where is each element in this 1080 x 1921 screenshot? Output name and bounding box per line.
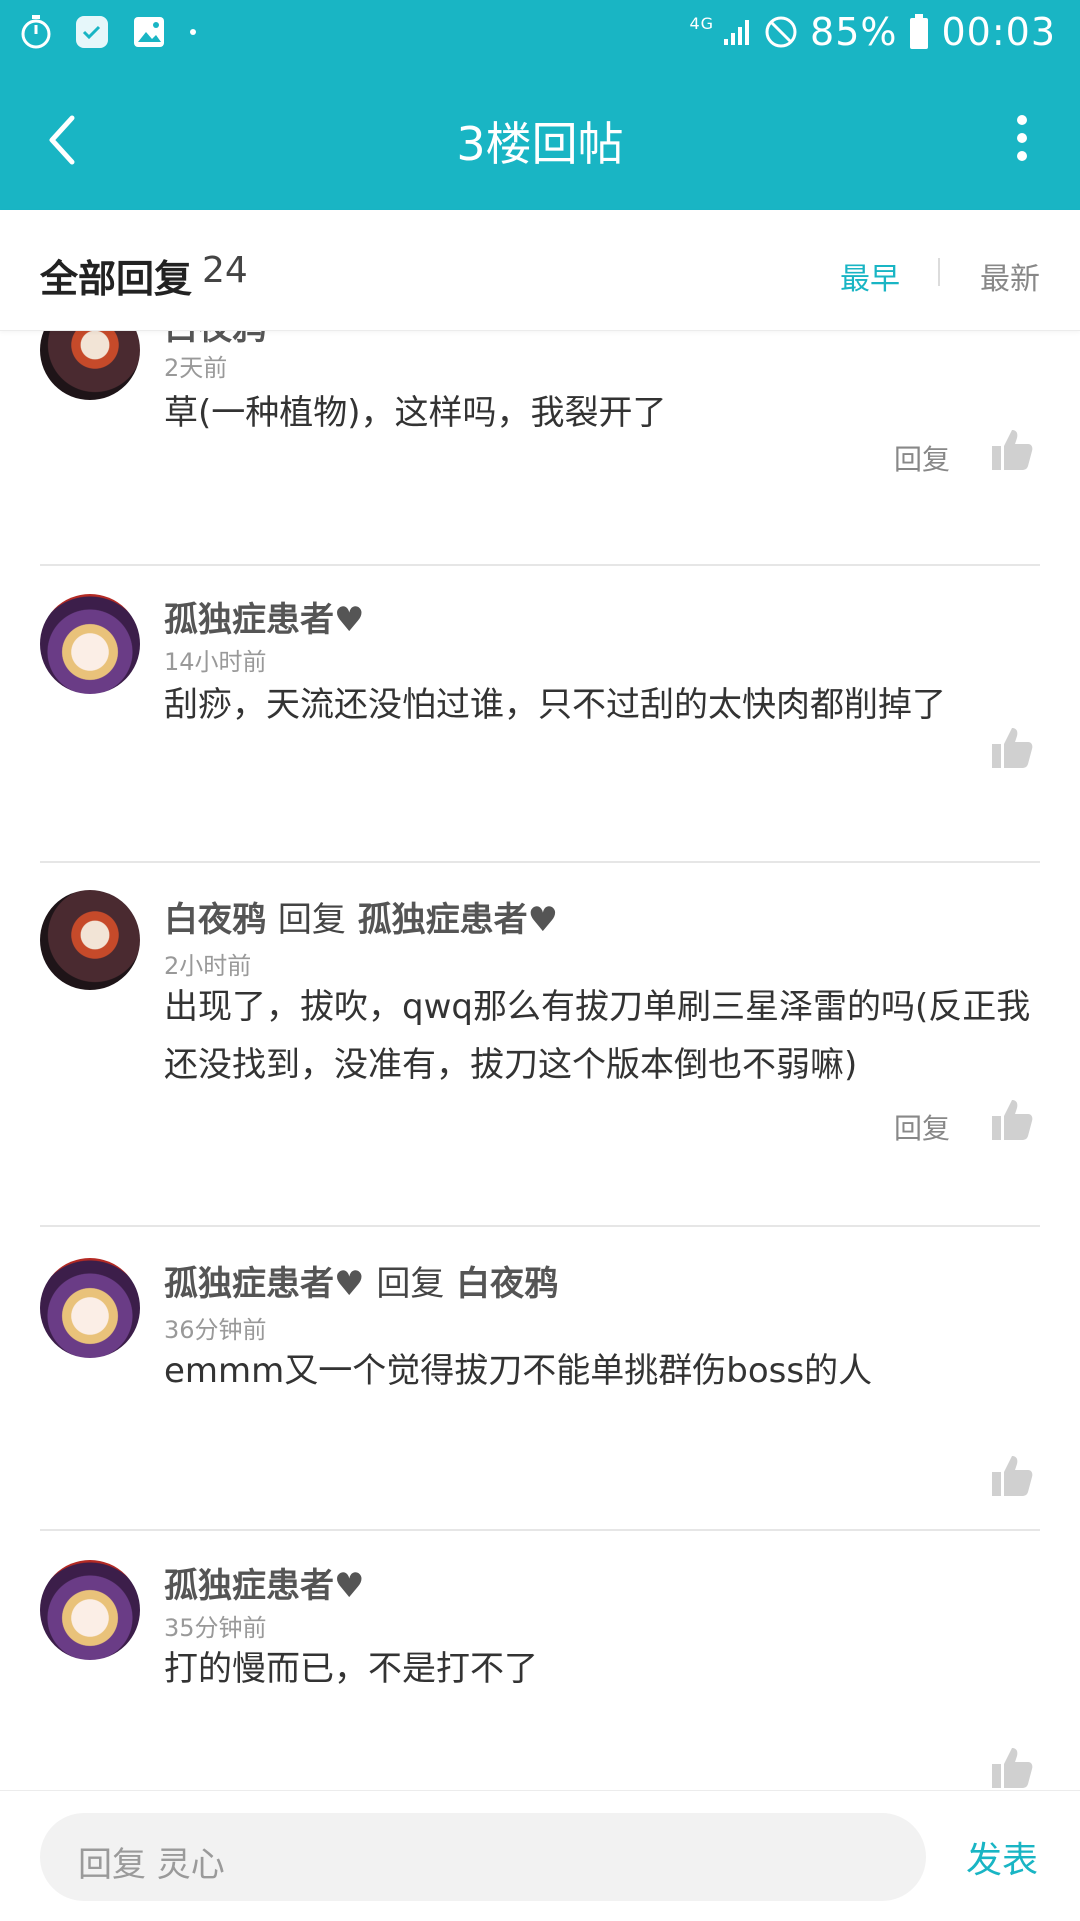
thumbs-up-icon[interactable] <box>990 1098 1034 1142</box>
status-bar-right: 4G 85% 00:03 <box>689 10 1056 54</box>
comment-author[interactable]: 孤独症患者♥ 回复 白夜鸦 <box>164 1256 558 1305</box>
status-bar: 4G 85% 00:03 <box>0 0 1080 68</box>
comment-time: 35分钟前 <box>164 1614 267 1642</box>
reply-button[interactable]: 回复 <box>894 1107 950 1147</box>
comment-time: 14小时前 <box>164 648 267 676</box>
comment-item: 孤独症患者♥ 35分钟前 打的慢而已，不是打不了 <box>0 1530 1080 1790</box>
replies-header: 全部回复 24 最早 最新 <box>0 210 1080 331</box>
chat-icon <box>76 16 108 48</box>
more-vertical-icon[interactable] <box>1012 114 1032 162</box>
comment-author[interactable]: 白夜鸦 <box>164 330 266 349</box>
replies-count: 24 <box>202 250 248 291</box>
comment-time: 2小时前 <box>164 952 252 980</box>
reply-word: 回复 <box>277 900 346 940</box>
avatar[interactable] <box>40 1258 140 1358</box>
comment-list[interactable]: 白夜鸦 2天前 草(一种植物)，这样吗，我裂开了 回复 孤独症患者♥ 14小时前… <box>0 330 1080 1790</box>
sort-newest-tab[interactable]: 最新 <box>980 254 1040 298</box>
reply-to-name[interactable]: 孤独症患者♥ <box>358 900 558 940</box>
comment-content: emmm又一个觉得拔刀不能单挑群伤boss的人 <box>164 1351 873 1391</box>
reply-to-name[interactable]: 白夜鸦 <box>456 1264 558 1304</box>
avatar[interactable] <box>40 1560 140 1660</box>
avatar[interactable] <box>40 330 140 400</box>
comment-time: 2天前 <box>164 354 228 382</box>
reply-button[interactable]: 回复 <box>894 438 950 478</box>
page-title: 3楼回帖 <box>456 117 624 171</box>
sort-divider <box>938 258 940 286</box>
clock: 00:03 <box>941 10 1056 54</box>
comment-content: 刮痧，天流还没怕过谁，只不过刮的太快肉都削掉了 <box>164 685 946 725</box>
do-not-disturb-icon <box>765 16 797 48</box>
comment-item: 孤独症患者♥ 14小时前 刮痧，天流还没怕过谁，只不过刮的太快肉都削掉了 <box>0 566 1080 863</box>
author-name[interactable]: 孤独症患者♥ <box>164 1566 364 1606</box>
comment-item: 孤独症患者♥ 回复 白夜鸦 36分钟前 emmm又一个觉得拔刀不能单挑群伤bos… <box>0 1226 1080 1531</box>
avatar[interactable] <box>40 594 140 694</box>
comment-time: 36分钟前 <box>164 1316 267 1344</box>
reply-input[interactable]: 回复 灵心 <box>40 1813 926 1901</box>
thumbs-up-icon[interactable] <box>990 1746 1034 1790</box>
author-name[interactable]: 白夜鸦 <box>164 900 266 940</box>
timer-icon <box>21 15 51 49</box>
image-icon <box>134 17 164 47</box>
thumbs-up-icon[interactable] <box>990 726 1034 770</box>
comment-content: 草(一种植物)，这样吗，我裂开了 <box>164 393 667 433</box>
reply-bar: 回复 灵心 发表 <box>0 1790 1080 1921</box>
author-name[interactable]: 白夜鸦 <box>164 330 266 348</box>
comment-author[interactable]: 孤独症患者♥ <box>164 1558 364 1607</box>
comment-content: 出现了，拔吹，qwq那么有拔刀单刷三星泽雷的吗(反正我还没找到，没准有，拔刀这个… <box>164 987 1031 1085</box>
signal-icon <box>724 20 750 45</box>
avatar[interactable] <box>40 890 140 990</box>
sort-earliest-tab[interactable]: 最早 <box>840 254 900 298</box>
thumbs-up-icon[interactable] <box>990 428 1034 472</box>
dot-icon <box>190 29 196 35</box>
author-name[interactable]: 孤独症患者♥ <box>164 1264 364 1304</box>
network-type: 4G <box>689 14 715 33</box>
comment-item: 白夜鸦 回复 孤独症患者♥ 2小时前 出现了，拔吹，qwq那么有拔刀单刷三星泽雷… <box>0 862 1080 1227</box>
battery-percent: 85% <box>810 10 898 54</box>
comment-content: 打的慢而已，不是打不了 <box>164 1649 538 1689</box>
reply-word: 回复 <box>376 1264 445 1304</box>
all-replies-title: 全部回复 <box>40 257 193 301</box>
author-name[interactable]: 孤独症患者♥ <box>164 600 364 640</box>
send-button[interactable]: 发表 <box>966 1831 1038 1883</box>
comment-author[interactable]: 白夜鸦 回复 孤独症患者♥ <box>164 892 558 941</box>
status-bar-left-icons <box>20 14 198 50</box>
comment-author[interactable]: 孤独症患者♥ <box>164 592 364 641</box>
app-bar: 3楼回帖 <box>0 68 1080 210</box>
thumbs-up-icon[interactable] <box>990 1454 1034 1498</box>
battery-icon <box>910 14 929 49</box>
comment-item: 白夜鸦 2天前 草(一种植物)，这样吗，我裂开了 回复 <box>0 330 1080 566</box>
reply-input-placeholder: 回复 灵心 <box>78 1845 225 1885</box>
